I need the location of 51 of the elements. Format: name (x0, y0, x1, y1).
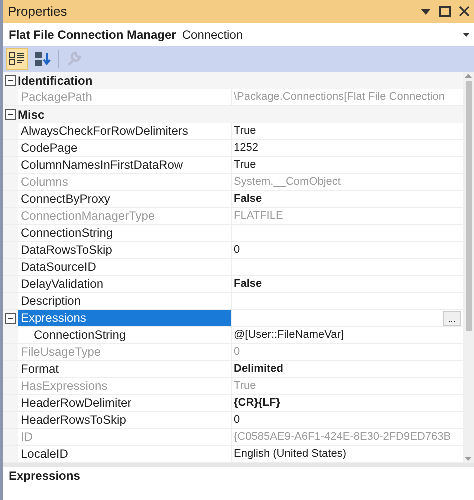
category-label[interactable]: Misc (18, 108, 45, 122)
property-value: \Package.Connections[Flat File Connection (232, 89, 463, 105)
value-cell[interactable]: ... (232, 310, 463, 326)
property-name[interactable]: Description (18, 293, 232, 309)
categorized-list-icon[interactable] (6, 48, 28, 70)
property-value[interactable]: True (232, 123, 463, 139)
property-value[interactable]: 1252 (232, 140, 463, 156)
scrollbar[interactable] (463, 72, 474, 463)
property-value: 0 (232, 344, 463, 360)
property-value[interactable]: 0 (232, 242, 463, 258)
property-name[interactable]: AlwaysCheckForRowDelimiters (18, 123, 232, 139)
property-name[interactable]: ColumnNamesInFirstDataRow (18, 157, 232, 173)
property-value: System.__ComObject (232, 174, 463, 190)
property-name[interactable]: DataRowsToSkip (18, 242, 232, 258)
property-name[interactable]: ConnectionString (18, 327, 232, 343)
property-name[interactable]: CodePage (18, 140, 232, 156)
value-cell[interactable] (232, 293, 463, 309)
category-label[interactable]: Identification (18, 74, 93, 88)
property-name[interactable]: Format (18, 361, 232, 377)
scroll-thumb[interactable] (466, 81, 472, 331)
property-value[interactable]: English (United States) (232, 446, 463, 462)
window-title: Properties (8, 4, 68, 19)
property-name[interactable]: DataSourceID (18, 259, 232, 275)
description-title: Expressions (9, 469, 80, 483)
property-name[interactable]: ConnectByProxy (18, 191, 232, 207)
property-value[interactable]: 0 (232, 412, 463, 428)
property-name[interactable]: Expressions (18, 310, 232, 326)
dropdown-icon[interactable] (421, 8, 431, 14)
object-type: Connection (182, 28, 244, 42)
property-name[interactable]: DelayValidation (18, 276, 232, 292)
collapse-icon[interactable] (5, 75, 16, 86)
property-value: True (232, 378, 463, 394)
collapse-icon[interactable] (5, 312, 16, 324)
property-value[interactable]: False (232, 276, 463, 292)
property-value: {C0585AE9-A6F1-424E-8E30-2FD9ED763B (232, 429, 463, 445)
property-value[interactable]: @[User::FileNameVar] (232, 327, 463, 343)
property-value[interactable]: {CR}{LF} (232, 395, 463, 411)
close-icon[interactable] (459, 6, 470, 17)
property-value[interactable]: False (232, 191, 463, 207)
maximize-icon[interactable] (439, 6, 451, 17)
property-value: FLATFILE (232, 208, 463, 224)
property-name[interactable]: HeaderRowsToSkip (18, 412, 232, 428)
property-value[interactable]: Delimited (232, 361, 463, 377)
property-name[interactable]: LocaleID (18, 446, 232, 462)
collapse-icon[interactable] (5, 109, 16, 120)
ellipsis-button[interactable]: ... (443, 311, 461, 326)
property-value[interactable]: True (232, 157, 463, 173)
property-name[interactable]: HeaderRowDelimiter (18, 395, 232, 411)
property-name[interactable]: ConnectionString (18, 225, 232, 241)
caret-icon[interactable] (463, 32, 470, 36)
object-name: Flat File Connection Manager (9, 28, 176, 42)
